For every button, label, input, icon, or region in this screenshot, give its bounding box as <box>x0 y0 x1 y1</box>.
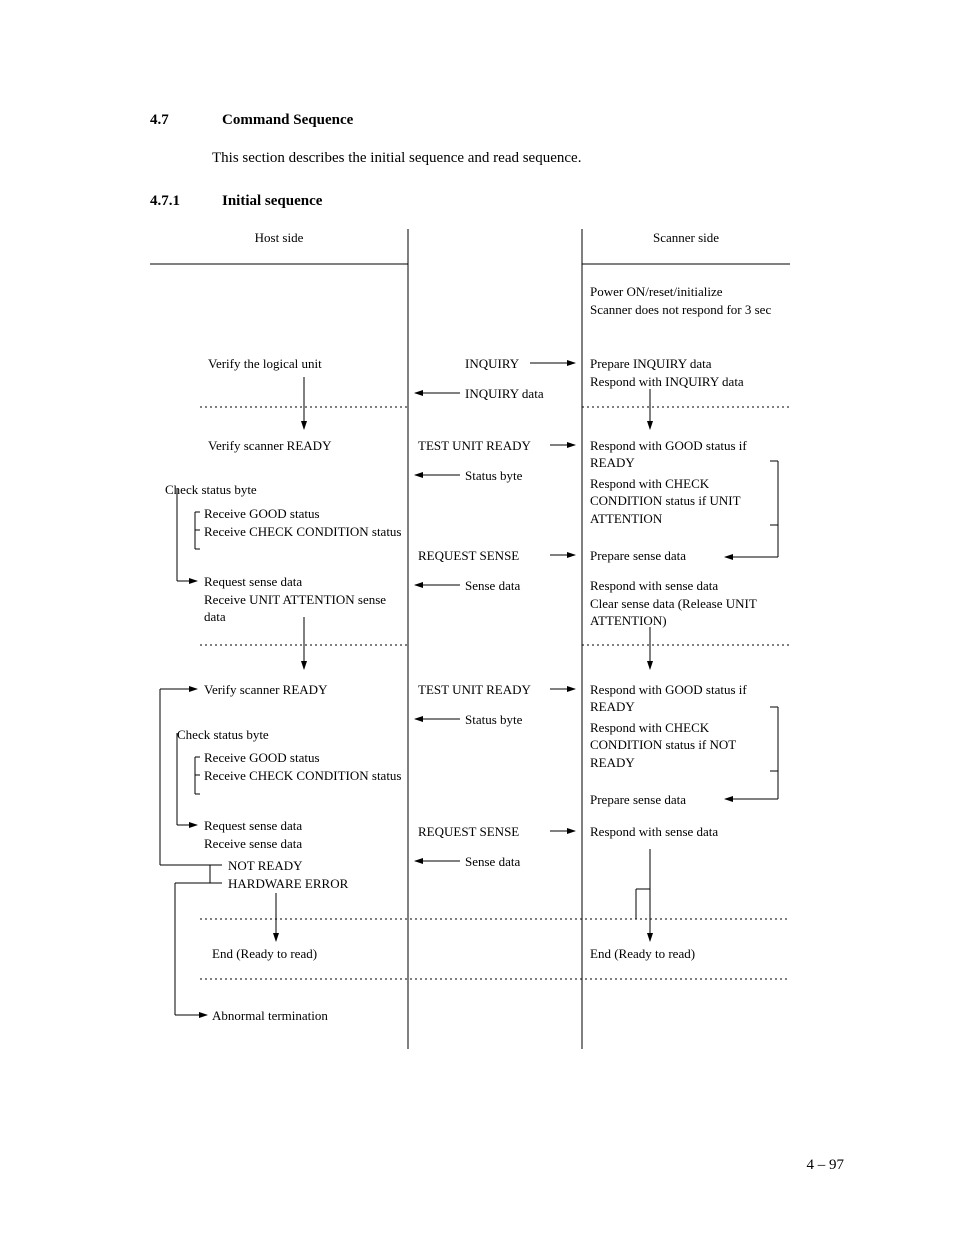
host-verify-ready-1: Verify scanner READY <box>208 437 331 455</box>
scanner-resp-sense-2: Respond with sense data <box>590 823 718 841</box>
scanner-prep-sense-2: Prepare sense data <box>590 791 686 809</box>
msg-status-byte-2: Status byte <box>465 711 522 729</box>
host-end: End (Ready to read) <box>212 945 317 963</box>
scanner-resp-good-ready-2: Respond with GOOD status if READY <box>590 681 770 716</box>
section-number: 4.7 <box>150 110 192 130</box>
host-recv-good-1: Receive GOOD status <box>204 505 320 523</box>
intro-paragraph: This section describes the initial seque… <box>212 148 844 168</box>
msg-tur-1: TEST UNIT READY <box>418 437 531 455</box>
host-recv-ua: Receive UNIT ATTENTION sense data <box>204 591 404 626</box>
scanner-prep-inquiry: Prepare INQUIRY data <box>590 355 712 373</box>
msg-sense-data-1: Sense data <box>465 577 520 595</box>
host-not-ready: NOT READY <box>228 857 303 875</box>
scanner-respond-inquiry: Respond with INQUIRY data <box>590 373 744 391</box>
sequence-diagram: Host side Scanner side Power ON/reset/in… <box>150 229 790 1049</box>
msg-req-sense-2: REQUEST SENSE <box>418 823 519 841</box>
subsection-heading: 4.7.1 Initial sequence <box>150 191 844 211</box>
subsection-title: Initial sequence <box>222 191 322 211</box>
scanner-resp-sense-1: Respond with sense data <box>590 577 718 595</box>
host-req-sense-2: Request sense data <box>204 817 302 835</box>
section-title: Command Sequence <box>222 110 353 130</box>
msg-inquiry: INQUIRY <box>465 355 519 373</box>
host-recv-check-1: Receive CHECK CONDITION status <box>204 523 402 541</box>
scanner-power-note: Scanner does not respond for 3 sec <box>590 301 790 319</box>
msg-sense-data-2: Sense data <box>465 853 520 871</box>
subsection-number: 4.7.1 <box>150 191 192 211</box>
scanner-prep-sense-1: Prepare sense data <box>590 547 686 565</box>
host-check-status-1: Check status byte <box>165 481 257 499</box>
host-req-sense-1: Request sense data <box>204 573 302 591</box>
host-check-status-2: Check status byte <box>177 726 269 744</box>
scanner-clear-sense: Clear sense data (Release UNIT ATTENTION… <box>590 595 770 630</box>
host-verify-ready-2: Verify scanner READY <box>204 681 327 699</box>
host-verify-logical-unit: Verify the logical unit <box>208 355 322 373</box>
diagram-svg <box>150 229 790 1049</box>
scanner-resp-check-ua: Respond with CHECK CONDITION status if U… <box>590 475 770 528</box>
msg-status-byte-1: Status byte <box>465 467 522 485</box>
scanner-power: Power ON/reset/initialize <box>590 283 723 301</box>
scanner-resp-good-ready-1: Respond with GOOD status if READY <box>590 437 770 472</box>
host-hw-error: HARDWARE ERROR <box>228 875 348 893</box>
host-recv-check-2: Receive CHECK CONDITION status <box>204 767 402 785</box>
host-recv-sense-2: Receive sense data <box>204 835 302 853</box>
header-host: Host side <box>150 229 408 247</box>
msg-tur-2: TEST UNIT READY <box>418 681 531 699</box>
msg-inquiry-data: INQUIRY data <box>465 385 544 403</box>
header-scanner: Scanner side <box>582 229 790 247</box>
scanner-end: End (Ready to read) <box>590 945 695 963</box>
section-heading: 4.7 Command Sequence <box>150 110 844 130</box>
msg-req-sense-1: REQUEST SENSE <box>418 547 519 565</box>
scanner-resp-check-nr: Respond with CHECK CONDITION status if N… <box>590 719 770 772</box>
page-number: 4 – 97 <box>807 1155 845 1175</box>
host-recv-good-2: Receive GOOD status <box>204 749 320 767</box>
host-abnormal: Abnormal termination <box>212 1007 328 1025</box>
